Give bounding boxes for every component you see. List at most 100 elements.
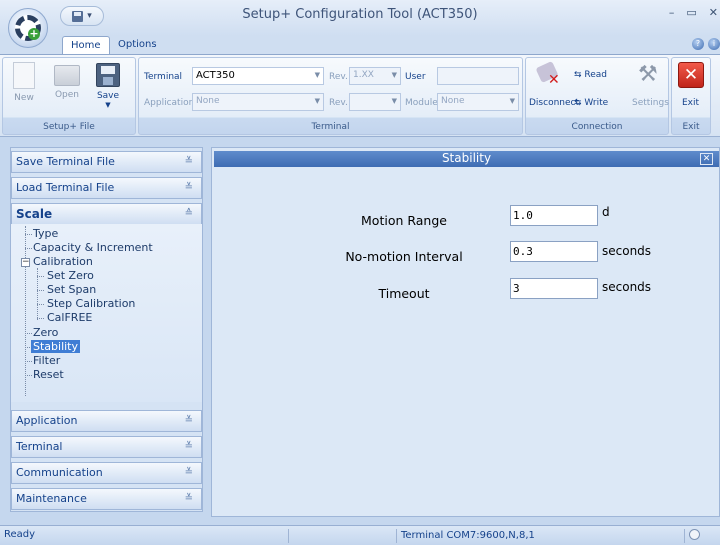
write-icon: ⇆ <box>574 98 585 108</box>
chevron-down-icon: ≚ <box>184 156 193 167</box>
no-motion-interval-input[interactable]: 0.3 <box>510 241 598 262</box>
rev-select-value: 1.XX <box>353 70 374 80</box>
module-select-value: None <box>441 96 465 106</box>
tree-item-filter[interactable]: Filter <box>33 354 60 367</box>
status-terminal-label: Terminal <box>401 530 444 541</box>
chevron-down-icon: ▼ <box>105 101 111 109</box>
settings-button[interactable]: Settings <box>632 98 669 108</box>
timeout-unit: seconds <box>602 280 652 294</box>
tree-item-zero[interactable]: Zero <box>33 326 58 339</box>
status-bar: Ready Terminal COM7:9600,N,8,1 <box>0 525 720 545</box>
new-button[interactable]: New <box>7 62 41 103</box>
close-button[interactable]: ✕ <box>709 6 718 19</box>
chevron-down-icon: ≚ <box>184 415 193 426</box>
rev2-select[interactable]: ▼ <box>349 93 401 111</box>
chevron-down-icon: ▼ <box>314 97 320 105</box>
exit-icon[interactable]: ✕ <box>678 62 704 88</box>
folder-icon <box>54 65 80 86</box>
tree-item-calibration[interactable]: Calibration <box>33 255 93 268</box>
write-button[interactable]: ⇆ Write <box>574 98 608 108</box>
nav-save-terminal-file[interactable]: Save Terminal File ≚ <box>11 151 202 173</box>
tree-item-calfree[interactable]: CalFREE <box>47 311 92 324</box>
save-disk-icon <box>96 63 120 87</box>
no-motion-interval-label: No-motion Interval <box>345 249 463 264</box>
nav-scale-label: Scale <box>16 207 53 221</box>
motion-range-input[interactable]: 1.0 <box>510 205 598 226</box>
gear-icon: + <box>15 15 41 41</box>
terminal-group-label: Terminal <box>311 122 350 132</box>
application-select[interactable]: None ▼ <box>192 93 324 111</box>
left-navigation: Save Terminal File ≚ Load Terminal File … <box>10 147 203 512</box>
maximize-button[interactable]: ▭ <box>686 6 696 19</box>
nav-application-label: Application <box>16 414 78 427</box>
nav-maintenance-label: Maintenance <box>16 492 87 505</box>
disconnect-button[interactable]: Disconnect <box>529 98 579 108</box>
chevron-down-icon: ≚ <box>184 182 193 193</box>
module-label: Module <box>405 98 438 108</box>
exit-button[interactable]: Exit <box>682 98 699 108</box>
chevron-down-icon: ≚ <box>184 467 193 478</box>
new-button-label: New <box>14 93 34 103</box>
chevron-down-icon: ≚ <box>184 441 193 452</box>
chevron-down-icon: ▼ <box>391 71 397 79</box>
exit-group-label: Exit <box>682 122 700 132</box>
tree-item-stability[interactable]: Stability <box>31 340 81 353</box>
user-input[interactable] <box>437 67 519 85</box>
nav-terminal[interactable]: Terminal ≚ <box>11 436 202 458</box>
ribbon: New Open Save ▼ Setup+ File Terminal ACT… <box>0 54 720 137</box>
open-button-label: Open <box>54 90 80 100</box>
stability-panel: Stability ✕ Motion Range 1.0 d No-motion… <box>211 147 720 517</box>
collapse-icon[interactable]: − <box>21 258 30 267</box>
tree-item-type[interactable]: Type <box>33 227 58 240</box>
nav-communication-label: Communication <box>16 466 103 479</box>
tree-item-set-span[interactable]: Set Span <box>47 283 96 296</box>
terminal-group: Terminal ACT350 ▼ Rev. 1.XX ▼ User Appli… <box>138 57 523 135</box>
write-button-label: Write <box>584 98 609 108</box>
module-select[interactable]: None ▼ <box>437 93 519 111</box>
tab-home[interactable]: Home <box>62 36 110 54</box>
rev-label: Rev. <box>329 72 348 82</box>
status-light-icon <box>689 529 700 540</box>
nav-maintenance[interactable]: Maintenance ≚ <box>11 488 202 510</box>
tree-item-set-zero[interactable]: Set Zero <box>47 269 94 282</box>
status-ready: Ready <box>4 529 36 540</box>
connection-group-label: Connection <box>571 122 623 132</box>
ribbon-tabs: Home Options ? i <box>0 36 720 54</box>
timeout-input[interactable]: 3 <box>510 278 598 299</box>
terminal-label: Terminal <box>144 72 183 82</box>
rev2-label: Rev. <box>329 98 348 108</box>
read-button[interactable]: ⇆ Read <box>574 70 607 80</box>
save-button[interactable]: Save ▼ <box>91 62 125 109</box>
window-controls: – ▭ ✕ <box>669 6 720 19</box>
plus-icon: + <box>28 27 40 40</box>
status-connection: Terminal COM7:9600,N,8,1 <box>396 529 681 543</box>
tree-item-reset[interactable]: Reset <box>33 368 64 381</box>
help-icon[interactable]: ? <box>692 38 704 50</box>
tree-item-step-calibration[interactable]: Step Calibration <box>47 297 135 310</box>
application-menu-button[interactable]: + <box>8 8 48 48</box>
window-title: Setup+ Configuration Tool (ACT350) <box>242 7 478 22</box>
timeout-label: Timeout <box>378 286 430 301</box>
info-icon[interactable]: i <box>708 38 720 50</box>
save-button-label: Save <box>96 91 120 101</box>
setup-file-group: New Open Save ▼ Setup+ File <box>2 57 136 135</box>
terminal-select[interactable]: ACT350 ▼ <box>192 67 324 85</box>
tab-options[interactable]: Options <box>110 36 165 54</box>
nav-communication[interactable]: Communication ≚ <box>11 462 202 484</box>
tree-item-capacity-increment[interactable]: Capacity & Increment <box>33 241 153 254</box>
chevron-down-icon: ▼ <box>391 97 397 105</box>
settings-tools-icon: ⚒ <box>638 62 658 87</box>
application-select-value: None <box>196 96 220 106</box>
rev-select[interactable]: 1.XX ▼ <box>349 67 401 85</box>
nav-scale[interactable]: Scale ≙ <box>11 203 202 225</box>
status-port: COM7:9600,N,8,1 <box>446 530 535 541</box>
minimize-button[interactable]: – <box>669 6 675 19</box>
close-icon[interactable]: ✕ <box>700 153 713 165</box>
nav-save-terminal-file-label: Save Terminal File <box>16 155 115 168</box>
scale-tree: Type Capacity & Increment − Calibration … <box>11 224 202 402</box>
nav-load-terminal-file[interactable]: Load Terminal File ≚ <box>11 177 202 199</box>
open-button[interactable]: Open <box>50 62 84 100</box>
motion-range-label: Motion Range <box>361 213 447 228</box>
new-document-icon <box>13 62 35 89</box>
nav-application[interactable]: Application ≚ <box>11 410 202 432</box>
